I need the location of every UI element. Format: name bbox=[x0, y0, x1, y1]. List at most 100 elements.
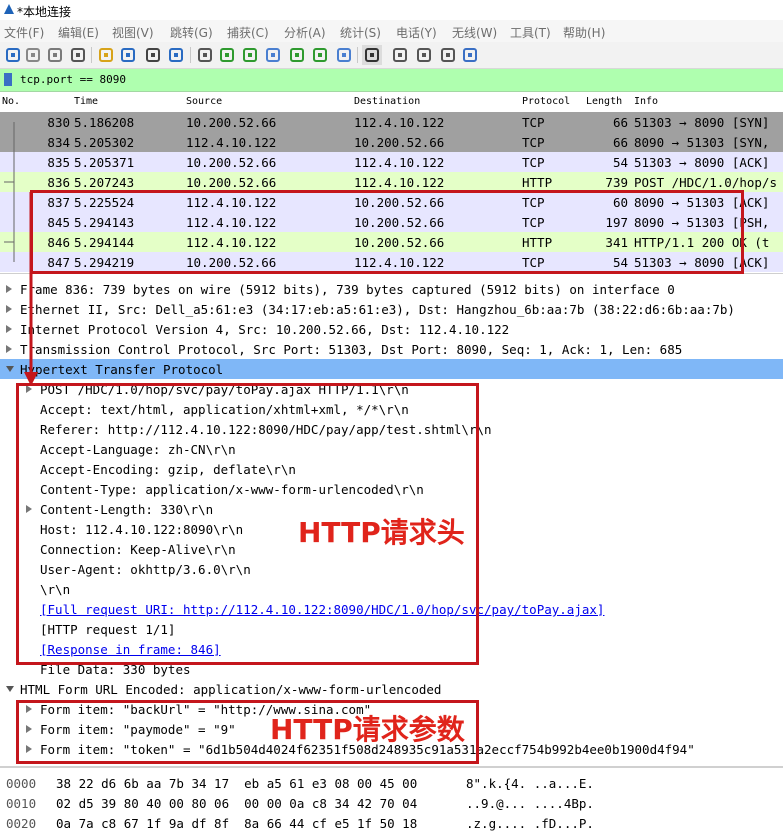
detail-line-2[interactable]: Internet Protocol Version 4, Src: 10.200… bbox=[0, 319, 783, 339]
packet-cell-dst: 112.4.10.122 bbox=[354, 175, 445, 190]
menu-item-5[interactable]: 分析(A) bbox=[284, 24, 326, 41]
open-file-icon[interactable] bbox=[96, 45, 116, 65]
hex-bytes: 02 d5 39 80 40 00 80 06 00 00 0a c8 34 4… bbox=[56, 796, 418, 811]
collapsed-arrow-icon[interactable] bbox=[6, 305, 12, 313]
conversation-bracket bbox=[4, 122, 15, 262]
detail-line-20[interactable]: HTML Form URL Encoded: application/x-www… bbox=[0, 679, 783, 699]
collapsed-arrow-icon[interactable] bbox=[6, 345, 12, 353]
hex-line-0020[interactable]: 0020 0a 7a c8 67 1f 9a df 8f 8a 66 44 cf … bbox=[0, 814, 783, 834]
menu-item-10[interactable]: 帮助(H) bbox=[563, 24, 605, 41]
zoom-in-icon[interactable] bbox=[390, 45, 410, 65]
packet-cell-time: 5.205302 bbox=[74, 135, 135, 150]
find-icon[interactable] bbox=[195, 45, 215, 65]
detail-line-4[interactable]: Hypertext Transfer Protocol bbox=[0, 359, 783, 379]
packet-row-834[interactable]: 834 5.205302 112.4.10.122 10.200.52.66 TCP 66… bbox=[0, 132, 783, 152]
hex-line-0010[interactable]: 0010 02 d5 39 80 40 00 80 06 00 00 0a c8 … bbox=[0, 794, 783, 814]
detail-text: Transmission Control Protocol, Src Port:… bbox=[20, 342, 683, 357]
hex-ascii: .z.g.... .fD...P. bbox=[466, 816, 594, 831]
annotation-box-packets bbox=[30, 190, 744, 274]
toolbar-separator bbox=[357, 47, 358, 63]
menu-item-2[interactable]: 视图(V) bbox=[112, 24, 154, 41]
menu-bar: 文件(F) 编辑(E) 视图(V) 跳转(G) 捕获(C) 分析(A) 统计(S) 电话(Y)… bbox=[0, 20, 783, 42]
last-packet-icon[interactable] bbox=[310, 45, 330, 65]
packet-cell-dst: 112.4.10.122 bbox=[354, 155, 445, 170]
detail-text: Ethernet II, Src: Dell_a5:61:e3 (34:17:e… bbox=[20, 302, 735, 317]
packet-row-835[interactable]: 835 5.205371 10.200.52.66 112.4.10.122 TCP 54… bbox=[0, 152, 783, 172]
hex-line-0000[interactable]: 0000 38 22 d6 6b aa 7b 34 17 eb a5 61 e3 … bbox=[0, 774, 783, 794]
display-filter-input[interactable]: tcp.port == 8090 bbox=[20, 73, 126, 86]
col-source[interactable]: Source bbox=[186, 96, 222, 107]
resize-columns-icon[interactable] bbox=[460, 45, 480, 65]
packet-cell-src: 10.200.52.66 bbox=[186, 175, 277, 190]
menu-item-3[interactable]: 跳转(G) bbox=[170, 24, 213, 41]
packet-cell-no: 834 bbox=[47, 135, 70, 150]
colorize-icon[interactable] bbox=[362, 45, 382, 65]
hex-ascii: ..9.@... ....4Bp. bbox=[466, 796, 594, 811]
stop-icon[interactable] bbox=[23, 45, 43, 65]
hex-offset: 0010 bbox=[6, 796, 37, 811]
forward-arrow-icon[interactable] bbox=[240, 45, 260, 65]
packet-cell-src: 10.200.52.66 bbox=[186, 155, 277, 170]
back-arrow-icon[interactable] bbox=[217, 45, 237, 65]
detail-line-0[interactable]: Frame 836: 739 bytes on wire (5912 bits)… bbox=[0, 279, 783, 299]
packet-row-836[interactable]: 836 5.207243 10.200.52.66 112.4.10.122 HTTP 7… bbox=[0, 172, 783, 192]
packet-cell-no: 830 bbox=[47, 115, 70, 130]
expanded-arrow-icon[interactable] bbox=[6, 686, 14, 692]
packet-cell-len: 54 bbox=[612, 155, 628, 170]
autoscroll-icon[interactable] bbox=[334, 45, 354, 65]
detail-text: Frame 836: 739 bytes on wire (5912 bits)… bbox=[20, 282, 675, 297]
annotation-label-params: HTTP请求参数 bbox=[270, 713, 465, 746]
hex-offset: 0020 bbox=[6, 816, 37, 831]
packet-list-header: No. Time Source Destination Protocol Len… bbox=[0, 92, 783, 113]
restart-icon[interactable] bbox=[45, 45, 65, 65]
close-file-icon[interactable] bbox=[143, 45, 163, 65]
go-to-packet-icon[interactable] bbox=[263, 45, 283, 65]
menu-item-4[interactable]: 捕获(C) bbox=[227, 24, 269, 41]
shark-fin-start-icon[interactable] bbox=[3, 45, 23, 65]
save-file-icon[interactable] bbox=[118, 45, 138, 65]
packet-bytes[interactable]: 0000 38 22 d6 6b aa 7b 34 17 eb a5 61 e3 … bbox=[0, 766, 783, 837]
menu-item-9[interactable]: 工具(T) bbox=[510, 24, 551, 41]
packet-cell-info: 51303 → 8090 [SYN] bbox=[634, 115, 770, 130]
display-filter-bar[interactable]: tcp.port == 8090 bbox=[0, 69, 783, 92]
options-gear-icon[interactable] bbox=[68, 45, 88, 65]
packet-row-830[interactable]: 830 5.186208 10.200.52.66 112.4.10.122 TCP 66… bbox=[0, 112, 783, 132]
zoom-reset-icon[interactable] bbox=[438, 45, 458, 65]
packet-cell-dst: 112.4.10.122 bbox=[354, 115, 445, 130]
menu-item-7[interactable]: 电话(Y) bbox=[396, 24, 437, 41]
toolbar-separator bbox=[190, 47, 191, 63]
col-destination[interactable]: Destination bbox=[354, 96, 420, 107]
packet-cell-time: 5.186208 bbox=[74, 115, 135, 130]
collapsed-arrow-icon[interactable] bbox=[6, 325, 12, 333]
menu-item-6[interactable]: 统计(S) bbox=[340, 24, 381, 41]
packet-cell-len: 66 bbox=[612, 135, 628, 150]
zoom-out-icon[interactable] bbox=[414, 45, 434, 65]
packet-cell-proto: TCP bbox=[522, 135, 545, 150]
col-info[interactable]: Info bbox=[634, 96, 658, 107]
menu-item-0[interactable]: 文件(F) bbox=[4, 24, 44, 41]
bookmark-icon[interactable] bbox=[4, 73, 12, 86]
window-title: *本地连接 bbox=[17, 5, 72, 19]
collapsed-arrow-icon[interactable] bbox=[6, 285, 12, 293]
first-packet-icon[interactable] bbox=[287, 45, 307, 65]
col-time[interactable]: Time bbox=[74, 96, 98, 107]
detail-line-3[interactable]: Transmission Control Protocol, Src Port:… bbox=[0, 339, 783, 359]
packet-cell-len: 66 bbox=[612, 115, 628, 130]
toolbar-separator bbox=[91, 47, 92, 63]
menu-item-1[interactable]: 编辑(E) bbox=[58, 24, 99, 41]
packet-cell-len: 739 bbox=[605, 175, 628, 190]
expanded-arrow-icon[interactable] bbox=[6, 366, 14, 372]
packet-cell-info: 51303 → 8090 [ACK] bbox=[634, 155, 770, 170]
packet-cell-proto: HTTP bbox=[522, 175, 553, 190]
packet-cell-src: 10.200.52.66 bbox=[186, 115, 277, 130]
wireshark-fin-icon bbox=[4, 4, 14, 14]
reload-icon[interactable] bbox=[166, 45, 186, 65]
packet-cell-dst: 10.200.52.66 bbox=[354, 135, 445, 150]
col-protocol[interactable]: Protocol bbox=[522, 96, 570, 107]
menu-item-8[interactable]: 无线(W) bbox=[452, 24, 497, 41]
packet-cell-src: 112.4.10.122 bbox=[186, 135, 277, 150]
col-length[interactable]: Length bbox=[586, 96, 622, 107]
title-bar: *本地连接 bbox=[0, 0, 783, 20]
detail-line-1[interactable]: Ethernet II, Src: Dell_a5:61:e3 (34:17:e… bbox=[0, 299, 783, 319]
detail-text: HTML Form URL Encoded: application/x-www… bbox=[20, 682, 442, 697]
